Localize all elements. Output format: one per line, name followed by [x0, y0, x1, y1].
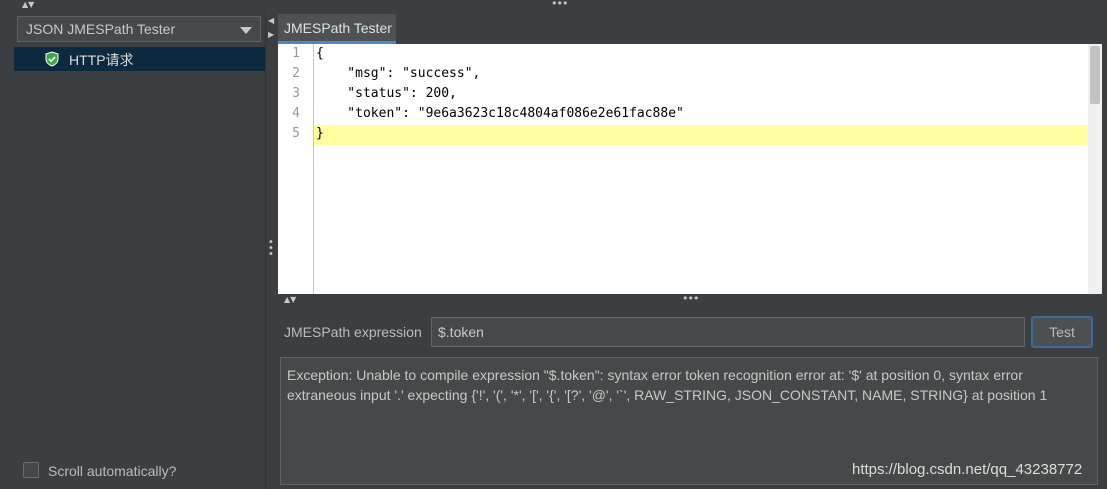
scrollbar-thumb[interactable] [1090, 46, 1100, 104]
line-number: 4 [292, 106, 300, 121]
left-panel [0, 10, 265, 489]
code-line: } [316, 126, 324, 141]
collapse-arrows-icon[interactable]: ▲▼ [22, 1, 34, 9]
current-line-highlight [314, 125, 1089, 145]
tree-item-http-request[interactable]: HTTP请求 [14, 47, 265, 71]
chevron-down-icon[interactable] [240, 27, 252, 34]
tree-item-label: HTTP请求 [69, 52, 134, 68]
vertical-splitter[interactable]: ◀ ▶ • • • [265, 10, 277, 489]
code-line: { [316, 46, 324, 61]
response-editor[interactable]: 1 2 3 4 5 { "msg": "success", "status": … [278, 44, 1102, 294]
shield-check-icon [45, 51, 59, 67]
line-number: 1 [292, 46, 300, 61]
collapse-left-icon[interactable]: ◀ [268, 16, 274, 25]
tab-label: JMESPath Tester [284, 20, 392, 36]
line-number: 2 [292, 66, 300, 81]
scroll-automatically-checkbox[interactable] [23, 462, 39, 478]
line-number: 3 [292, 86, 300, 101]
drag-handle-icon[interactable]: ••• [268, 238, 274, 260]
line-number: 5 [292, 126, 300, 141]
test-button[interactable]: Test [1031, 316, 1093, 348]
code-line: "msg": "success", [316, 66, 481, 81]
expression-input[interactable] [431, 317, 1025, 347]
drag-handle-icon[interactable]: ••• [682, 293, 699, 304]
watermark: https://blog.csdn.net/qq_43238772 [852, 461, 1083, 478]
expression-label: JMESPath expression [284, 324, 422, 340]
top-splitter[interactable]: ▲▼ ••• [0, 0, 1107, 10]
dropdown-value: JSON JMESPath Tester [26, 21, 176, 37]
code-line: "token": "9e6a3623c18c4804af086e2e61fac8… [316, 106, 684, 121]
code-line: "status": 200, [316, 86, 457, 101]
horizontal-splitter[interactable]: ▲▼ ••• [278, 293, 1102, 304]
scroll-automatically-label: Scroll automatically? [48, 463, 177, 479]
drag-handle-icon[interactable]: ••• [551, 0, 568, 9]
component-dropdown[interactable]: JSON JMESPath Tester [17, 16, 261, 42]
editor-scrollbar[interactable] [1088, 44, 1102, 294]
result-text: Exception: Unable to compile expression … [287, 367, 1048, 403]
expand-right-icon[interactable]: ▶ [268, 30, 274, 39]
collapse-arrows-icon[interactable]: ▲▼ [284, 296, 296, 304]
tab-jmespath-tester[interactable]: JMESPath Tester [278, 14, 396, 44]
line-number-gutter: 1 2 3 4 5 [278, 44, 314, 294]
